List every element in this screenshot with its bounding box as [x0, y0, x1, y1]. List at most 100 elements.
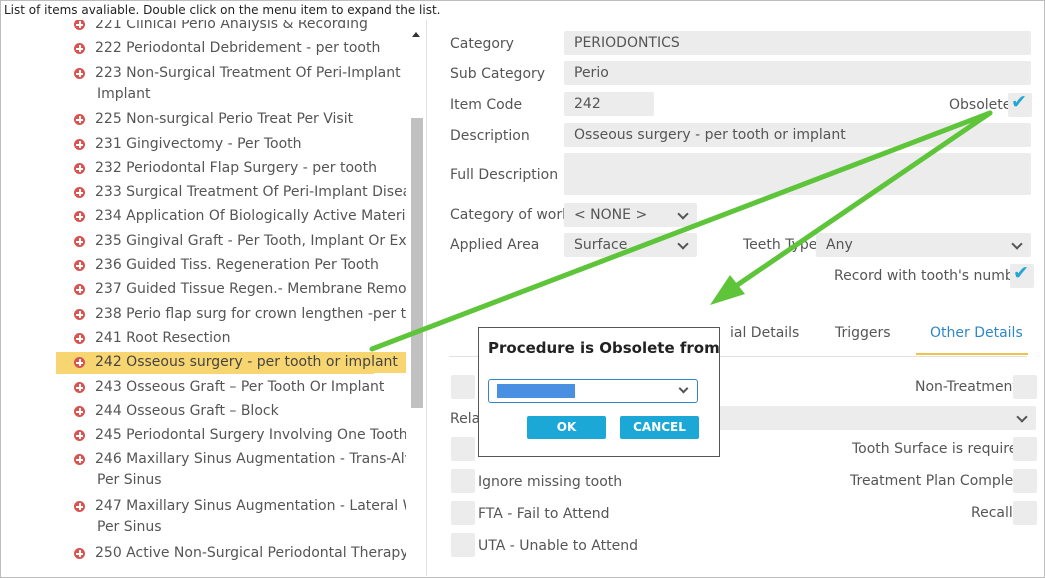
- ignore-missing-tooth-label: Ignore missing tooth: [478, 474, 623, 490]
- list-item-label: 244 Osseous Graft – Block: [95, 403, 279, 419]
- fta-checkbox[interactable]: [451, 501, 475, 525]
- chevron-down-icon: [677, 238, 689, 250]
- teeth-type-select[interactable]: Any: [816, 233, 1031, 257]
- applied-area-value: Surface: [574, 237, 628, 253]
- ignore-missing-tooth-checkbox[interactable]: [451, 469, 475, 493]
- plus-circle-icon: [74, 548, 85, 559]
- plus-circle-icon: [74, 333, 85, 344]
- tooth-surface-required-label: Tooth Surface is required: [852, 441, 1027, 457]
- plus-circle-icon: [74, 211, 85, 222]
- obsolete-date-select[interactable]: [488, 379, 698, 403]
- tab-financial-details[interactable]: ial Details: [730, 325, 799, 341]
- plus-circle-icon: [74, 68, 85, 79]
- non-treatment-label: Non-Treatment: [915, 379, 1018, 395]
- recall-checkbox[interactable]: [1013, 501, 1037, 525]
- plus-circle-icon: [74, 406, 85, 417]
- non-treatment-checkbox[interactable]: [1013, 375, 1037, 399]
- full-description-label: Full Description: [450, 167, 559, 183]
- related-select[interactable]: [700, 406, 1036, 430]
- cancel-button[interactable]: CANCEL: [620, 416, 699, 439]
- chevron-down-icon: [1011, 238, 1023, 250]
- panel-divider: [426, 20, 427, 576]
- list-item-label: 233 Surgical Treatment Of Peri-Implant D…: [95, 184, 406, 200]
- plus-circle-icon: [74, 309, 85, 320]
- chevron-down-icon: [677, 208, 689, 220]
- list-item-label-continued: Implant: [97, 86, 151, 102]
- scrollbar-thumb[interactable]: [411, 118, 423, 408]
- treatment-plan-complete-label: Treatment Plan Complete: [850, 473, 1028, 489]
- list-item-label: 250 Active Non-Surgical Periodontal Ther…: [95, 545, 406, 561]
- chevron-down-icon: [678, 383, 689, 394]
- plus-circle-icon: [74, 114, 85, 125]
- category-field[interactable]: PERIODONTICS: [564, 31, 1031, 55]
- uta-label: UTA - Unable to Attend: [478, 538, 638, 554]
- tooth-surface-required-checkbox[interactable]: [1013, 437, 1037, 461]
- list-item-label: 238 Perio flap surg for crown lengthen -…: [95, 306, 406, 322]
- recall-label: Recall: [971, 505, 1013, 521]
- record-tooth-number-label: Record with tooth's number: [834, 268, 1029, 284]
- record-tooth-number-checkbox[interactable]: [1010, 262, 1034, 288]
- plus-circle-icon: [74, 236, 85, 247]
- list-item-label: 221 Clinical Perio Analysis & Recording: [95, 20, 368, 32]
- tab-triggers[interactable]: Triggers: [835, 325, 891, 341]
- uta-checkbox[interactable]: [451, 533, 475, 557]
- list-item-label: 231 Gingivectomy - Per Tooth: [95, 136, 302, 152]
- list-item-label: 236 Guided Tiss. Regeneration Per Tooth: [95, 257, 379, 273]
- procedure-list[interactable]: 221 Clinical Perio Analysis & Recording 2…: [56, 20, 406, 576]
- plus-circle-icon: [74, 260, 85, 271]
- sub-category-field[interactable]: Perio: [564, 61, 1031, 85]
- tab-other-details[interactable]: Other Details: [930, 325, 1023, 341]
- plus-circle-icon: [74, 501, 85, 512]
- teeth-type-label: Teeth Type: [743, 237, 818, 253]
- applied-area-select[interactable]: Surface: [564, 233, 697, 257]
- list-scrollbar[interactable]: [410, 28, 424, 576]
- list-item-label: 223 Non-Surgical Treatment Of Peri-Impla…: [95, 65, 406, 81]
- list-item-label: 242 Osseous surgery - per tooth or impla…: [95, 352, 406, 373]
- ok-button[interactable]: OK: [527, 416, 606, 439]
- active-tab-indicator: [916, 353, 1028, 355]
- treatment-plan-complete-checkbox[interactable]: [1013, 469, 1037, 493]
- list-item-label: 243 Osseous Graft – Per Tooth Or Implant: [95, 379, 385, 395]
- sub-category-label: Sub Category: [450, 66, 546, 82]
- option-checkbox[interactable]: [451, 437, 475, 461]
- category-label: Category: [450, 36, 514, 52]
- plus-circle-icon: [74, 382, 85, 393]
- obsolete-label: Obsolete: [949, 97, 1012, 113]
- info-bar: List of items avaliable. Double click on…: [4, 3, 441, 17]
- hidden-option-checkbox[interactable]: [451, 375, 475, 399]
- plus-circle-icon: [74, 187, 85, 198]
- category-of-work-select[interactable]: < NONE >: [564, 203, 697, 227]
- plus-circle-icon: [74, 139, 85, 150]
- plus-circle-icon: [74, 454, 85, 465]
- list-item-label: 232 Periodontal Flap Surgery - per tooth: [95, 160, 377, 176]
- category-of-work-label: Category of work: [450, 207, 571, 223]
- description-label: Description: [450, 128, 530, 144]
- list-item-label: 225 Non-surgical Perio Treat Per Visit: [95, 111, 354, 127]
- item-code-label: Item Code: [450, 97, 523, 113]
- list-item-label: 247 Maxillary Sinus Augmentation - Later…: [95, 498, 406, 514]
- dialog-title: Procedure is Obsolete from: [488, 339, 720, 357]
- plus-circle-icon: [74, 430, 85, 441]
- scroll-up-icon[interactable]: [412, 32, 420, 37]
- description-field[interactable]: Osseous surgery - per tooth or implant: [564, 123, 1031, 147]
- chevron-down-icon: [1016, 411, 1028, 423]
- list-item-label-continued: Per Sinus: [97, 472, 162, 488]
- teeth-type-value: Any: [826, 237, 853, 253]
- list-item-label: 241 Root Resection: [95, 330, 231, 346]
- obsolete-checkbox[interactable]: [1008, 91, 1032, 117]
- applied-area-label: Applied Area: [450, 237, 540, 253]
- full-description-field[interactable]: [564, 153, 1031, 195]
- plus-circle-icon: [74, 357, 85, 368]
- fta-label: FTA - Fail to Attend: [478, 506, 610, 522]
- list-item-label: 245 Periodontal Surgery Involving One To…: [95, 427, 406, 443]
- list-item-label: 234 Application Of Biologically Active M…: [95, 208, 406, 224]
- related-label: Rela: [450, 411, 481, 427]
- plus-circle-icon: [74, 163, 85, 174]
- list-item-label: 246 Maxillary Sinus Augmentation - Trans…: [95, 451, 406, 467]
- plus-circle-icon: [74, 284, 85, 295]
- obsolete-date-dialog: Procedure is Obsolete from OK CANCEL: [478, 327, 720, 457]
- list-item-label: 235 Gingival Graft - Per Tooth, Implant …: [95, 233, 406, 249]
- item-code-field[interactable]: 242: [564, 92, 654, 116]
- list-item-label: 222 Periodontal Debridement - per tooth: [95, 40, 381, 56]
- plus-circle-icon: [74, 20, 85, 30]
